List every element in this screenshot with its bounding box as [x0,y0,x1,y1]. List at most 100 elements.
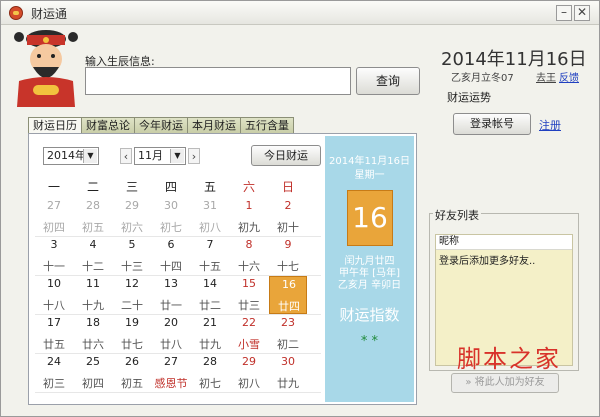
day-number: 30 [281,355,295,368]
chevron-down-icon[interactable]: ▼ [83,149,97,163]
weekday-label: 四 [164,180,177,194]
day-cell[interactable]: 30 初七 [152,198,190,236]
god-of-wealth-mascot [14,30,78,107]
register-link[interactable]: 注册 [539,117,561,133]
day-cell[interactable]: 7 十五 [191,237,229,275]
day-cell[interactable]: 26 初五 [113,354,151,392]
lunar-day: 初五 [121,377,143,390]
day-cell[interactable]: 13 廿一 [152,276,190,314]
day-number: 3 [50,238,58,251]
day-number: 21 [203,316,217,329]
year-select[interactable]: 2014年 ▼ [43,147,99,165]
day-number: 20 [164,316,178,329]
month-select[interactable]: 11月 ▼ [134,147,186,165]
day-cell[interactable]: 27 感恩节 [152,354,190,392]
fortune-index-stars: * * [360,334,379,349]
next-month-button[interactable]: › [188,148,200,164]
tab-year-fortune[interactable]: 今年财运 [134,117,188,133]
feedback-link[interactable]: 反馈 [559,69,579,84]
day-cell[interactable]: 15 廿三 [230,276,268,314]
nickname-column-header: 昵称 [436,235,572,250]
list-item: 登录后添加更多好友.. [439,256,536,267]
lunar-day: 初四 [43,221,65,234]
day-number: 5 [128,238,136,251]
tab-wealth-overview[interactable]: 财富总论 [81,117,135,133]
day-cell[interactable]: 22 小雪 [230,315,268,353]
tab-five-elements[interactable]: 五行含量 [240,117,294,133]
day-cell[interactable]: 9 十七 [269,237,307,275]
day-cell[interactable]: 30 廿九 [269,354,307,392]
day-cell[interactable]: 27 初四 [35,198,73,236]
day-number: 26 [125,355,139,368]
weekday-label: 三 [125,180,138,194]
day-cell[interactable]: 3 十一 [35,237,73,275]
day-cell[interactable]: 6 十四 [152,237,190,275]
minimize-button[interactable]: – [556,5,572,21]
lunar-day: 小雪 [238,338,260,351]
row-divider [35,392,321,393]
day-number: 27 [47,199,61,212]
day-cell[interactable]: 1 初九 [230,198,268,236]
day-cell[interactable]: 20 廿八 [152,315,190,353]
day-cell[interactable]: 29 初六 [113,198,151,236]
weekday-label: 日 [281,180,294,194]
day-cell[interactable]: 12 二十 [113,276,151,314]
lunar-day: 十六 [238,260,260,273]
title-bar: 财运通 – ✕ [1,1,599,25]
lunar-day: 廿一 [160,299,182,312]
query-button[interactable]: 查询 [356,67,420,95]
day-cell-today[interactable]: 16 廿四 [269,276,307,314]
login-button[interactable]: 登录帐号 [453,113,531,135]
day-number: 28 [203,355,217,368]
close-button[interactable]: ✕ [574,5,590,21]
weekday-label: 六 [242,180,255,194]
day-number: 19 [125,316,139,329]
day-cell[interactable]: 14 廿二 [191,276,229,314]
day-cell[interactable]: 11 十九 [74,276,112,314]
day-cell[interactable]: 29 初八 [230,354,268,392]
weekday-label: 五 [203,180,216,194]
today-fortune-button[interactable]: 今日财运 [251,145,321,166]
lunar-day: 廿六 [82,338,104,351]
add-friend-button[interactable]: » 将此人加为好友 [451,373,559,393]
day-cell[interactable]: 19 廿七 [113,315,151,353]
lunar-day: 感恩节 [154,377,188,390]
day-cell[interactable]: 17 廿五 [35,315,73,353]
day-cell[interactable]: 2 初十 [269,198,307,236]
day-number: 31 [203,199,217,212]
weekday-label: 二 [86,180,99,194]
day-cell[interactable]: 8 十六 [230,237,268,275]
day-cell[interactable]: 23 初二 [269,315,307,353]
day-cell[interactable]: 10 十八 [35,276,73,314]
day-cell[interactable]: 28 初五 [74,198,112,236]
lunar-day: 十九 [82,299,104,312]
lunar-day: 初八 [238,377,260,390]
birth-info-input[interactable] [85,67,351,95]
calendar-panel: 2014年 ▼ ‹ 11月 ▼ › 今日财运 一 二 三 四 五 六 日 27 初… [28,133,417,405]
year-value: 2014年 [47,149,86,162]
day-cell[interactable]: 28 初七 [191,354,229,392]
calendar-grid: 2014年 ▼ ‹ 11月 ▼ › 今日财运 一 二 三 四 五 六 日 27 初… [35,140,321,400]
weather-link[interactable]: 去王 [536,69,556,84]
day-cell[interactable]: 25 初四 [74,354,112,392]
selected-weekday: 星期一 [354,170,385,181]
lunar-day: 初七 [160,221,182,234]
month-value: 11月 [138,149,163,162]
day-cell[interactable]: 4 十二 [74,237,112,275]
lunar-day: 廿二 [199,299,221,312]
day-cell[interactable]: 31 初八 [191,198,229,236]
tab-fortune-calendar[interactable]: 财运日历 [28,117,82,133]
day-number: 17 [47,316,61,329]
day-cell[interactable]: 18 廿六 [74,315,112,353]
friends-title: 好友列表 [433,207,481,223]
tab-month-fortune[interactable]: 本月财运 [187,117,241,133]
chevron-down-icon[interactable]: ▼ [170,149,184,163]
day-cell[interactable]: 24 初三 [35,354,73,392]
current-date: 2014年11月16日 [441,49,587,70]
lunar-day: 初八 [199,221,221,234]
day-cell[interactable]: 5 十三 [113,237,151,275]
day-cell[interactable]: 21 廿九 [191,315,229,353]
day-number: 13 [164,277,178,290]
prev-month-button[interactable]: ‹ [120,148,132,164]
fortune-label: 财运运势 [447,91,491,104]
